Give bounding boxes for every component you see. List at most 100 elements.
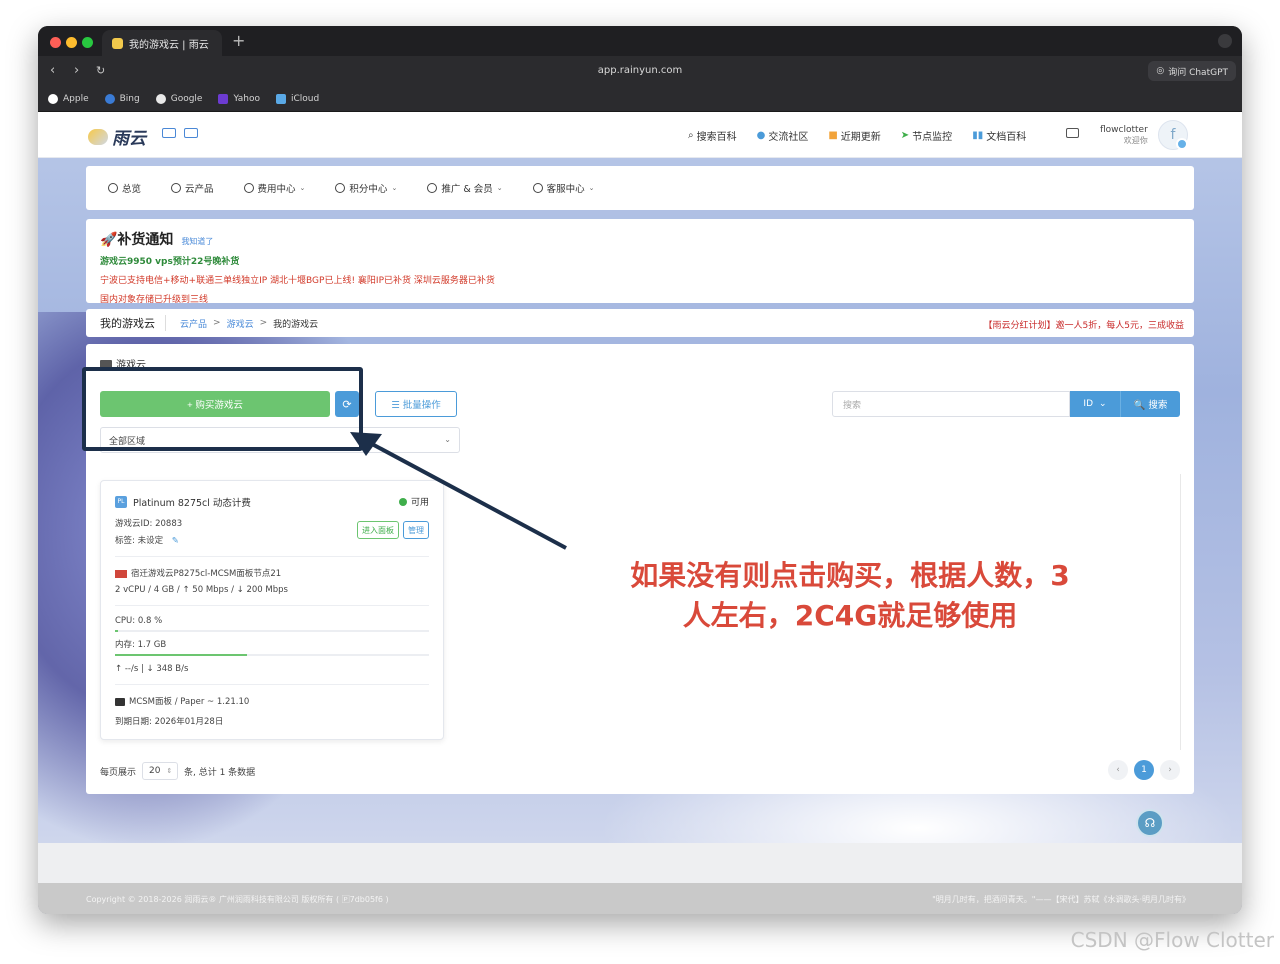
products-icon — [171, 183, 182, 193]
mail-icon[interactable] — [1066, 128, 1079, 138]
nav-updates[interactable]: ■ 近期更新 — [828, 128, 880, 143]
status-badge: 可用 — [398, 495, 429, 508]
menu-cloud-products[interactable]: 云产品 — [171, 181, 214, 195]
cpu-usage-bar — [115, 630, 429, 632]
google-icon — [155, 93, 166, 104]
search-icon: ⌕ — [688, 130, 694, 141]
chevron-down-icon: ⌄ — [391, 184, 398, 192]
customer-service-icon[interactable]: ☊ — [1136, 809, 1164, 837]
dismiss-notice-link[interactable]: 我知道了 — [181, 236, 213, 247]
browser-toolbar: ‹ › ↻ app.rainyun.com ◎ 询问 ChatGPT — [38, 56, 1242, 86]
site-logo[interactable]: 雨云 — [88, 124, 146, 149]
notice-title: 🚀补货通知 我知道了 — [100, 232, 214, 248]
logo-text: 雨云 — [112, 129, 146, 149]
cpu-usage: CPU: 0.8 % — [115, 616, 163, 626]
breadcrumb-separator: > — [213, 318, 221, 328]
game-server-card[interactable]: PL Platinum 8275cl 动态计费 可用 游戏云ID: 20883 … — [100, 480, 444, 740]
bookmarks-bar: Apple Bing Google Yahoo iCloud — [38, 86, 1242, 112]
breadcrumb-cloud-products[interactable]: 云产品 — [180, 317, 207, 330]
manage-button[interactable]: 管理 — [403, 521, 429, 539]
batch-operation-button[interactable]: ☰ 批量操作 — [375, 391, 457, 417]
cpu-usage-fill — [115, 630, 118, 632]
memory-usage: 内存: 1.7 GB — [115, 640, 167, 650]
tab-bar: 我的游戏云 | 雨云 + — [38, 26, 1242, 56]
updates-icon: ■ — [828, 130, 838, 141]
new-tab-button[interactable]: + — [232, 31, 245, 50]
yahoo-icon — [218, 93, 229, 104]
site-header: 雨云 ⌕ 搜索百科 ● 交流社区 ■ 近期更新 ➤ 节点监控 ▮▮ 文档百科 flowcl… — [38, 112, 1242, 158]
breadcrumb-separator: > — [259, 318, 268, 328]
platinum-badge: PL — [115, 496, 127, 508]
minimize-window-button[interactable] — [66, 37, 77, 48]
chevron-down-icon: ⌄ — [588, 184, 595, 192]
browser-tab[interactable]: 我的游戏云 | 雨云 — [102, 30, 222, 56]
menu-promotion[interactable]: 推广 & 会员 ⌄ — [427, 181, 503, 195]
breadcrumb-current: 我的游戏云 — [273, 319, 319, 330]
menu-support[interactable]: 客服中心 ⌄ — [532, 181, 595, 195]
divider — [115, 605, 429, 606]
restock-notice: 🚀补货通知 我知道了 游戏云9950 vps预计22号晚补货 宁波已支持电信+移… — [86, 219, 1194, 305]
expiry-date: 到期日期: 2026年01月28日 — [115, 717, 224, 727]
menu-points[interactable]: 积分中心 ⌄ — [335, 181, 397, 195]
header-quick-icons — [162, 128, 198, 138]
avatar-badge-icon — [1176, 138, 1188, 150]
search-field-select[interactable]: ID ⌄ — [1070, 391, 1120, 417]
pagination: ‹ 1 › — [1108, 760, 1180, 780]
bookmark-icloud[interactable]: iCloud — [275, 93, 319, 104]
tab-title: 我的游戏云 | 雨云 — [129, 39, 209, 51]
nav-node-monitor[interactable]: ➤ 节点监控 — [901, 128, 952, 143]
watermark: CSDN @Flow Clotter — [1070, 928, 1274, 952]
search-button[interactable]: 🔍 搜索 — [1120, 391, 1180, 417]
bookmark-yahoo[interactable]: Yahoo — [218, 93, 260, 104]
nav-docs[interactable]: ▮▮ 文档百科 — [972, 128, 1026, 143]
browser-window: 我的游戏云 | 雨云 + ‹ › ↻ app.rainyun.com ◎ 询问 … — [38, 26, 1242, 914]
breadcrumb-game-cloud[interactable]: 游戏云 — [227, 317, 254, 330]
profile-icon[interactable] — [1218, 34, 1232, 48]
annotation-highlight-box — [82, 367, 363, 451]
panel-line: MCSM面板 / Paper ~ 1.21.10 — [115, 695, 429, 707]
image-icon[interactable] — [162, 128, 176, 138]
address-bar[interactable]: app.rainyun.com — [38, 65, 1242, 76]
stepper-icon: ⇕ — [166, 767, 173, 775]
per-page-label: 每页展示 — [100, 767, 137, 778]
page-1-button[interactable]: 1 — [1134, 760, 1154, 780]
edit-icon[interactable]: ✎ — [172, 536, 179, 546]
notice-line-3: 国内对象存储已升级到三线 — [100, 295, 209, 305]
apple-icon — [48, 93, 58, 104]
ask-chatgpt-button[interactable]: ◎ 询问 ChatGPT — [1148, 61, 1236, 81]
next-page-button[interactable]: › — [1160, 760, 1180, 780]
nav-search-wiki[interactable]: ⌕ 搜索百科 — [688, 128, 737, 143]
network-traffic: ↑ --/s | ↓ 348 B/s — [115, 664, 189, 674]
page-size-select[interactable]: 20 ⇕ — [142, 762, 179, 780]
user-name: flowclotter — [1100, 125, 1148, 135]
menu-billing[interactable]: 费用中心 ⌄ — [243, 181, 305, 195]
headset-icon — [532, 183, 543, 193]
server-name: Platinum 8275cl 动态计费 — [133, 498, 251, 509]
bookmark-bing[interactable]: Bing — [104, 93, 140, 104]
dashboard-icon — [108, 183, 118, 193]
ask-chatgpt-label: 询问 ChatGPT — [1168, 67, 1228, 78]
gift-icon — [335, 183, 346, 193]
bookmark-google[interactable]: Google — [155, 93, 202, 104]
promo-link[interactable]: 【雨云分红计划】邀一人5折，每人5元，三成收益 — [984, 318, 1184, 331]
annotation-line-1: 如果没有则点击购买，根据人数，3 — [630, 559, 1070, 592]
page-size-control: 每页展示 20 ⇕ 条, 总计 1 条数据 — [100, 762, 255, 780]
user-welcome: 欢迎你 — [1123, 136, 1148, 145]
close-window-button[interactable] — [50, 37, 61, 48]
bookmark-apple[interactable]: Apple — [48, 93, 89, 104]
footer-spacer — [38, 843, 1242, 883]
user-info[interactable]: flowclotter 欢迎你 — [1100, 125, 1148, 146]
china-flag-icon — [115, 569, 127, 578]
icloud-icon — [275, 93, 286, 104]
scrollbar[interactable] — [1180, 474, 1186, 750]
prev-page-button[interactable]: ‹ — [1108, 760, 1128, 780]
menu-overview[interactable]: 总览 — [108, 181, 141, 195]
nav-community[interactable]: ● 交流社区 — [757, 128, 809, 143]
cloud-sun-logo-icon — [88, 128, 108, 145]
maximize-window-button[interactable] — [82, 37, 93, 48]
search-input[interactable]: 搜索 — [832, 391, 1070, 417]
main-menu: 总览 云产品 费用中心 ⌄ 积分中心 ⌄ 推广 & 会员 ⌄ 客服中心 ⌄ — [86, 166, 1194, 210]
enter-panel-button[interactable]: 进入面板 — [357, 521, 399, 539]
ad-icon[interactable] — [184, 128, 198, 138]
monitor-icon: ➤ — [900, 130, 910, 141]
